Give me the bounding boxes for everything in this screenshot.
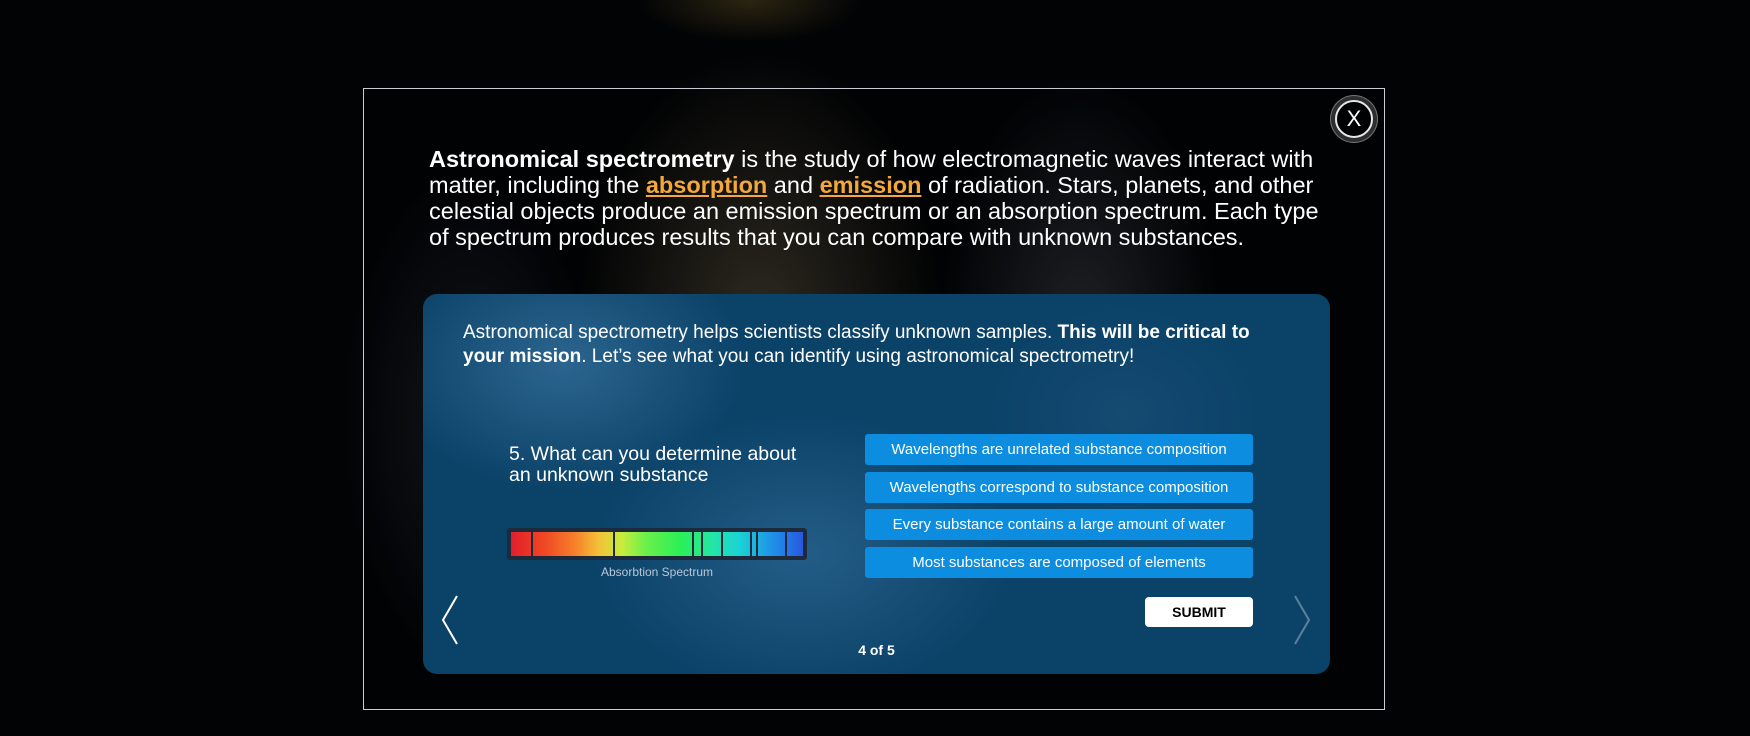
answer-option-4[interactable]: Most substances are composed of elements (865, 546, 1253, 578)
intro-term: Astronomical spectrometry (429, 146, 735, 172)
chevron-left-icon (441, 595, 458, 645)
next-button[interactable] (1289, 594, 1313, 646)
emission-link[interactable]: emission (820, 172, 922, 198)
question-text: 5. What can you determine about an unkno… (509, 443, 797, 486)
answer-option-3[interactable]: Every substance contains a large amount … (865, 509, 1253, 540)
submit-button[interactable]: SUBMIT (1145, 597, 1253, 627)
page-counter: 4 of 5 (858, 642, 895, 658)
spectrum-label: Absorbtion Spectrum (600, 565, 714, 579)
absorption-line (700, 532, 703, 556)
absorption-line (721, 532, 724, 556)
chevron-right-icon (1294, 595, 1311, 645)
absorption-line (613, 532, 616, 556)
panel-text-1: Astronomical spectrometry helps scientis… (463, 322, 1058, 343)
answer-list: Wavelengths are unrelated substance comp… (865, 434, 1253, 584)
answer-option-2[interactable]: Wavelengths correspond to substance comp… (865, 471, 1253, 503)
intro-text-2: and (767, 172, 820, 198)
modal-dialog: X Astronomical spectrometry is the study… (363, 88, 1385, 710)
quiz-panel: Astronomical spectrometry helps scientis… (423, 294, 1330, 674)
panel-text-2: . Let’s see what you can identify using … (581, 346, 1135, 367)
panel-description: Astronomical spectrometry helps scientis… (463, 321, 1293, 369)
absorption-line (531, 532, 534, 556)
close-icon: X (1346, 106, 1362, 131)
absorption-spectrum (507, 528, 807, 560)
previous-button[interactable] (439, 594, 463, 646)
close-button[interactable]: X (1335, 100, 1373, 138)
answer-option-1[interactable]: Wavelengths are unrelated substance comp… (865, 434, 1253, 465)
spectrum-gradient (511, 532, 803, 556)
absorption-line (692, 532, 695, 556)
intro-paragraph: Astronomical spectrometry is the study o… (429, 146, 1334, 250)
absorption-line (785, 532, 788, 556)
absorption-line (756, 532, 759, 556)
absorption-link[interactable]: absorption (646, 172, 767, 198)
absorption-line (750, 532, 753, 556)
